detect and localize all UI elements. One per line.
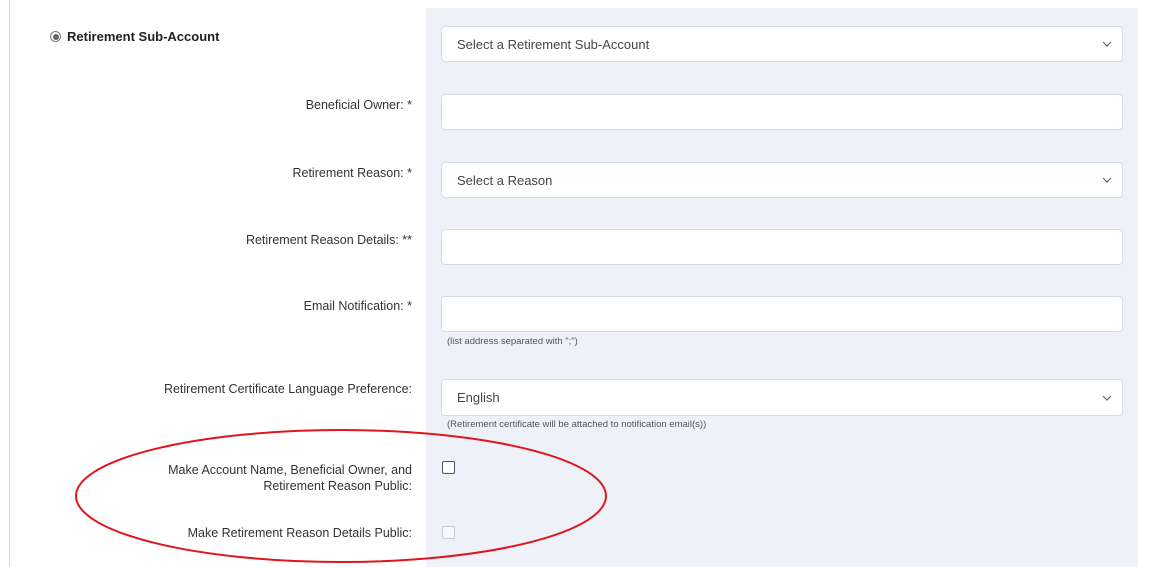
make-account-public-label-line1: Make Account Name, Beneficial Owner, and xyxy=(168,463,412,477)
form-field-panel xyxy=(426,8,1138,567)
radio-label: Retirement Sub-Account xyxy=(67,29,220,44)
make-account-public-label: Make Account Name, Beneficial Owner, and… xyxy=(168,462,412,494)
retirement-sub-account-option[interactable]: Retirement Sub-Account xyxy=(50,29,219,44)
make-account-public-checkbox[interactable] xyxy=(442,461,455,474)
certificate-language-label: Retirement Certificate Language Preferen… xyxy=(163,382,412,396)
chevron-down-icon xyxy=(1102,177,1112,183)
sub-account-select[interactable]: Select a Retirement Sub-Account xyxy=(441,26,1123,62)
retirement-reason-select-value: Select a Reason xyxy=(457,172,553,188)
left-border-line xyxy=(9,0,10,567)
radio-button-icon[interactable] xyxy=(50,31,61,42)
retirement-reason-details-label: Retirement Reason Details: ** xyxy=(245,233,412,247)
make-details-public-checkbox[interactable] xyxy=(442,526,455,539)
retirement-reason-label: Retirement Reason: * xyxy=(292,166,412,180)
chevron-down-icon xyxy=(1102,395,1112,401)
email-notification-input[interactable] xyxy=(441,296,1123,332)
retirement-reason-details-input[interactable] xyxy=(441,229,1123,265)
email-notification-label: Email Notification: * xyxy=(303,299,412,313)
beneficial-owner-label: Beneficial Owner: * xyxy=(305,98,412,112)
chevron-down-icon xyxy=(1102,41,1112,47)
sub-account-select-value: Select a Retirement Sub-Account xyxy=(457,36,650,52)
email-notification-hint: (list address separated with ";") xyxy=(447,336,578,347)
certificate-language-select[interactable]: English xyxy=(441,379,1123,416)
make-details-public-label: Make Retirement Reason Details Public: xyxy=(187,526,412,540)
retirement-reason-select[interactable]: Select a Reason xyxy=(441,162,1123,198)
make-account-public-label-line2: Retirement Reason Public: xyxy=(263,479,412,493)
certificate-language-hint: (Retirement certificate will be attached… xyxy=(447,419,707,430)
beneficial-owner-input[interactable] xyxy=(441,94,1123,130)
certificate-language-select-value: English xyxy=(457,390,500,405)
